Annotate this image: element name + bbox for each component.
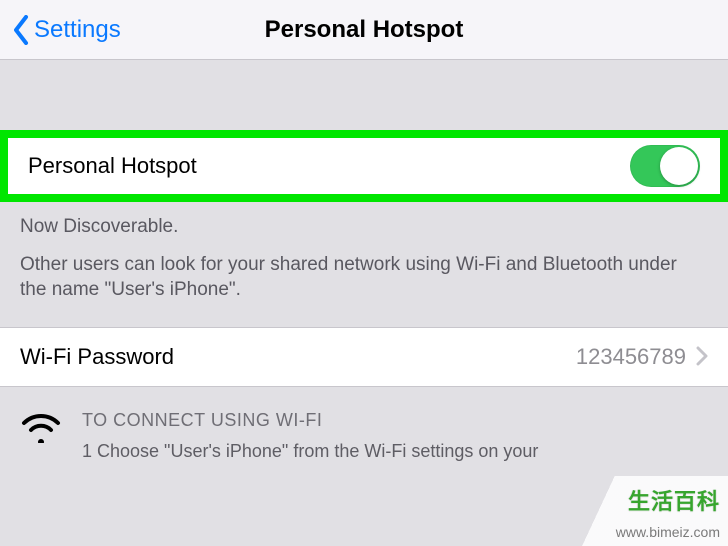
highlight-box: Personal Hotspot (0, 130, 728, 202)
wifi-password-row[interactable]: Wi-Fi Password 123456789 (0, 327, 728, 387)
watermark-brand: 生活百科 (628, 484, 720, 516)
back-label: Settings (34, 16, 121, 44)
discoverable-line1: Now Discoverable. (0, 202, 728, 240)
hotspot-toggle[interactable] (630, 145, 700, 187)
hotspot-label: Personal Hotspot (28, 153, 630, 179)
toggle-knob (660, 147, 698, 185)
watermark-url: www.bimeiz.com (616, 524, 720, 540)
connect-instructions: TO CONNECT USING WI-FI 1 Choose "User's … (0, 387, 728, 465)
chevron-right-icon (696, 344, 708, 370)
instructions-header: TO CONNECT USING WI-FI (82, 407, 708, 434)
wifi-icon (20, 411, 62, 448)
wifi-password-label: Wi-Fi Password (20, 344, 576, 370)
discoverable-line2: Other users can look for your shared net… (0, 240, 728, 303)
instructions-step-1: 1 Choose "User's iPhone" from the Wi-Fi … (82, 438, 708, 465)
wifi-password-value: 123456789 (576, 344, 686, 370)
hotspot-toggle-row[interactable]: Personal Hotspot (8, 138, 720, 194)
navbar: Settings Personal Hotspot (0, 0, 728, 60)
discoverable-footer: Now Discoverable. Other users can look f… (0, 202, 728, 327)
back-button[interactable]: Settings (0, 15, 121, 45)
chevron-left-icon (12, 15, 30, 45)
watermark: 生活百科 www.bimeiz.com (558, 476, 728, 546)
